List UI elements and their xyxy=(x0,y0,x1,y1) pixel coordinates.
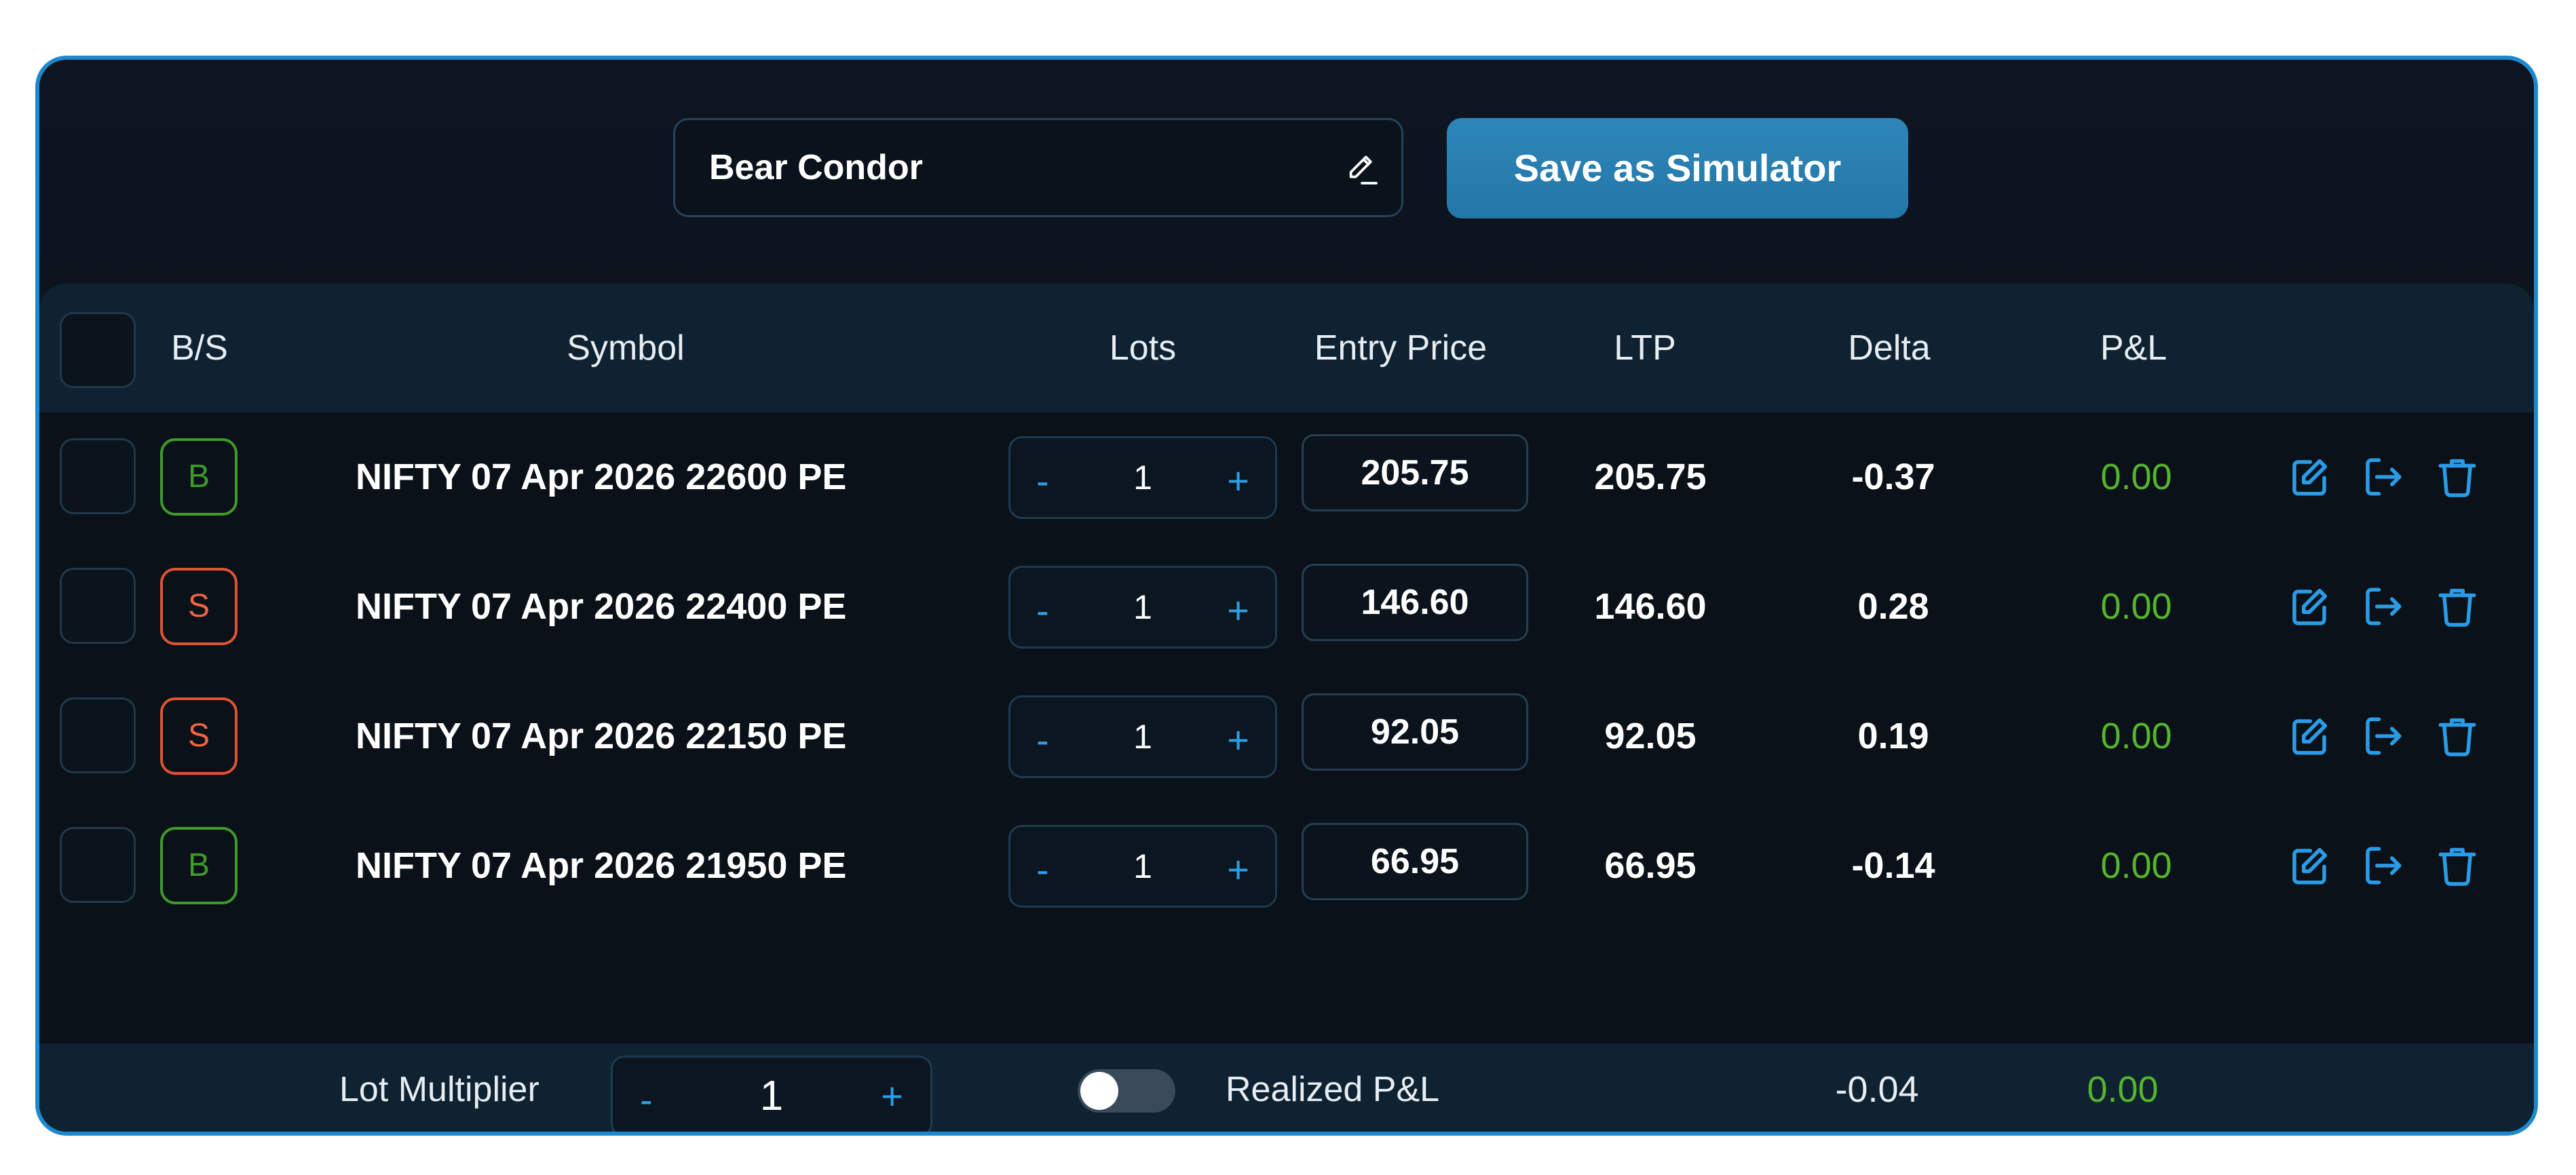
save-as-simulator-button[interactable]: Save as Simulator xyxy=(1447,118,1908,218)
lots-decrement-button[interactable]: - xyxy=(1036,697,1049,776)
table-row: B NIFTY 07 Apr 2026 22600 PE -1 + 205.75 205.… xyxy=(39,412,2534,541)
ltp-cell: 92.05 xyxy=(1604,716,1697,756)
table-row: S NIFTY 07 Apr 2026 22150 PE -1 + 92.05 92.05… xyxy=(39,672,2534,801)
lots-increment-button[interactable]: + xyxy=(1227,827,1249,906)
trash-icon[interactable] xyxy=(2435,584,2480,629)
trash-icon[interactable] xyxy=(2435,714,2480,758)
entry-price-input[interactable]: 205.75 xyxy=(1302,434,1528,512)
lots-decrement-button[interactable]: - xyxy=(1036,568,1049,647)
lot-multiplier-decrement-button[interactable]: - xyxy=(640,1058,653,1132)
exit-icon[interactable] xyxy=(2360,584,2405,629)
lot-multiplier-label: Lot Multiplier xyxy=(339,1070,539,1109)
entry-price-input[interactable]: 66.95 xyxy=(1302,823,1528,900)
lot-multiplier-stepper[interactable]: - 1 + xyxy=(611,1056,932,1132)
realized-pnl-toggle[interactable] xyxy=(1078,1069,1175,1113)
header-symbol: Symbol xyxy=(567,328,685,368)
lots-increment-button[interactable]: + xyxy=(1227,697,1249,776)
ltp-cell: 146.60 xyxy=(1594,586,1707,627)
row-checkbox[interactable] xyxy=(60,827,136,903)
header-ltp: LTP xyxy=(1614,328,1676,368)
header-entry-price: Entry Price xyxy=(1314,328,1488,368)
row-checkbox[interactable] xyxy=(60,438,136,514)
side-badge[interactable]: B xyxy=(160,438,238,516)
table-header: B/S Symbol Lots Entry Price LTP Delta P&… xyxy=(39,284,2534,412)
strategy-panel: Bear Condor Save as Simulator B/S Symbol… xyxy=(35,56,2538,1136)
pencil-icon[interactable] xyxy=(1343,150,1381,188)
exit-icon[interactable] xyxy=(2360,714,2405,758)
ltp-cell: 66.95 xyxy=(1604,845,1697,886)
lots-stepper[interactable]: -1 + xyxy=(1008,566,1277,649)
table-row: S NIFTY 07 Apr 2026 22400 PE -1 + 146.60 146.… xyxy=(39,542,2534,671)
pnl-cell: 0.00 xyxy=(2100,716,2172,756)
header-lots: Lots xyxy=(1109,328,1177,368)
lots-stepper[interactable]: -1 + xyxy=(1008,436,1277,519)
delta-cell: -0.14 xyxy=(1851,845,1935,886)
symbol-cell: NIFTY 07 Apr 2026 22400 PE xyxy=(356,586,847,627)
trash-icon[interactable] xyxy=(2435,455,2480,499)
entry-price-input[interactable]: 92.05 xyxy=(1302,693,1528,771)
symbol-cell: NIFTY 07 Apr 2026 22150 PE xyxy=(356,716,847,756)
table-row: B NIFTY 07 Apr 2026 21950 PE -1 + 66.95 66.95… xyxy=(39,801,2534,930)
positions-table: B/S Symbol Lots Entry Price LTP Delta P&… xyxy=(39,284,2534,1132)
header-bs: B/S xyxy=(171,328,228,368)
pnl-cell: 0.00 xyxy=(2100,845,2172,886)
lot-multiplier-increment-button[interactable]: + xyxy=(881,1058,903,1132)
row-checkbox[interactable] xyxy=(60,568,136,644)
total-pnl: 0.00 xyxy=(2087,1069,2159,1110)
entry-price-input[interactable]: 146.60 xyxy=(1302,564,1528,641)
lots-decrement-button[interactable]: - xyxy=(1036,438,1049,517)
row-checkbox[interactable] xyxy=(60,697,136,773)
strategy-name-text: Bear Condor xyxy=(709,148,923,187)
edit-icon[interactable] xyxy=(2287,455,2332,499)
symbol-cell: NIFTY 07 Apr 2026 22600 PE xyxy=(356,457,847,497)
edit-icon[interactable] xyxy=(2287,843,2332,888)
header-delta: Delta xyxy=(1848,328,1931,368)
lots-stepper[interactable]: -1 + xyxy=(1008,695,1277,778)
pnl-cell: 0.00 xyxy=(2100,457,2172,497)
realized-pnl-label: Realized P&L xyxy=(1226,1070,1440,1109)
edit-icon[interactable] xyxy=(2287,714,2332,758)
trash-icon[interactable] xyxy=(2435,843,2480,888)
side-badge[interactable]: S xyxy=(160,697,238,775)
delta-cell: -0.37 xyxy=(1851,457,1935,497)
lots-decrement-button[interactable]: - xyxy=(1036,827,1049,906)
pnl-cell: 0.00 xyxy=(2100,586,2172,627)
table-footer: Lot Multiplier - 1 + Realized P&L -0.04 … xyxy=(39,1043,2534,1132)
delta-cell: 0.28 xyxy=(1857,586,1929,627)
lots-increment-button[interactable]: + xyxy=(1227,568,1249,647)
header-pnl: P&L xyxy=(2100,328,2167,368)
symbol-cell: NIFTY 07 Apr 2026 21950 PE xyxy=(356,845,847,886)
lots-increment-button[interactable]: + xyxy=(1227,438,1249,517)
strategy-name-field[interactable]: Bear Condor xyxy=(673,118,1403,217)
toggle-knob xyxy=(1080,1072,1118,1110)
lots-stepper[interactable]: -1 + xyxy=(1008,825,1277,908)
exit-icon[interactable] xyxy=(2360,843,2405,888)
side-badge[interactable]: S xyxy=(160,568,238,645)
edit-icon[interactable] xyxy=(2287,584,2332,629)
side-badge[interactable]: B xyxy=(160,827,238,904)
exit-icon[interactable] xyxy=(2360,455,2405,499)
delta-cell: 0.19 xyxy=(1857,716,1929,756)
total-delta: -0.04 xyxy=(1835,1069,1919,1110)
ltp-cell: 205.75 xyxy=(1594,457,1707,497)
select-all-checkbox[interactable] xyxy=(60,312,136,388)
